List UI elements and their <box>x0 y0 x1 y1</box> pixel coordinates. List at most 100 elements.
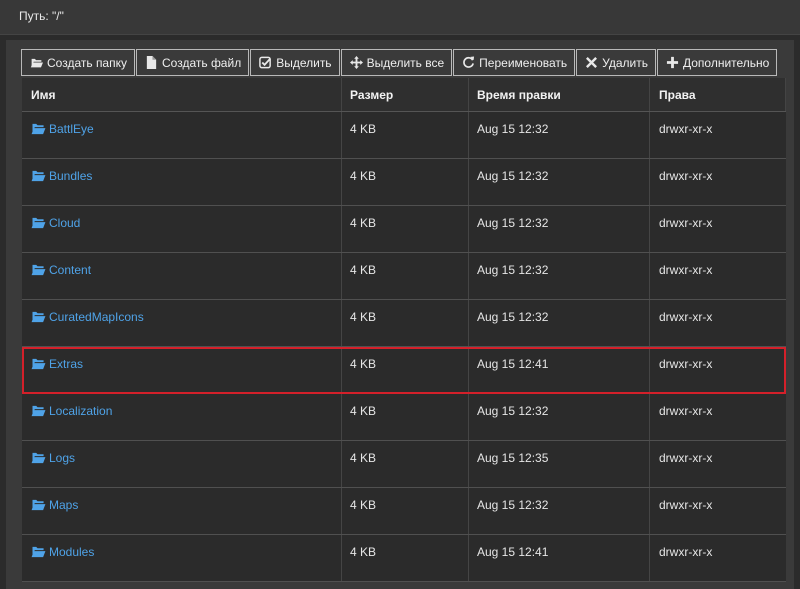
folder-icon <box>31 311 46 323</box>
folder-name: CuratedMapIcons <box>49 310 144 324</box>
folder-link[interactable]: Bundles <box>31 169 92 183</box>
current-path-label: Путь: "/" <box>19 9 64 23</box>
permissions-cell: drwxr-xr-x <box>659 498 713 512</box>
delete-label: Удалить <box>602 55 648 70</box>
permissions-cell: drwxr-xr-x <box>659 310 713 324</box>
size-cell: 4 KB <box>342 159 469 205</box>
permissions-cell: drwxr-xr-x <box>659 169 713 183</box>
permissions-cell: drwxr-xr-x <box>659 404 713 418</box>
table-row[interactable]: BattlEye 4 KB Aug 15 12:32 drwxr-xr-x <box>22 112 786 159</box>
file-table: Имя Размер Время правки Права BattlEye 4 … <box>22 78 786 582</box>
select-all-button[interactable]: Выделить все <box>340 49 453 76</box>
folder-link[interactable]: Extras <box>31 357 83 371</box>
name-cell: Modules <box>22 535 342 581</box>
folder-icon <box>31 170 46 182</box>
folder-name: BattlEye <box>49 122 94 136</box>
name-cell: Localization <box>22 394 342 440</box>
folder-link[interactable]: Cloud <box>31 216 80 230</box>
name-cell: Logs <box>22 441 342 487</box>
permissions-cell: drwxr-xr-x <box>659 451 713 465</box>
table-row[interactable]: Cloud 4 KB Aug 15 12:32 drwxr-xr-x <box>22 206 786 253</box>
table-row[interactable]: Maps 4 KB Aug 15 12:32 drwxr-xr-x <box>22 488 786 535</box>
size-cell: 4 KB <box>342 206 469 252</box>
file-icon <box>145 56 158 69</box>
permissions-cell: drwxr-xr-x <box>659 263 713 277</box>
table-header: Имя Размер Время правки Права <box>22 78 786 112</box>
close-icon <box>585 56 598 69</box>
folder-icon <box>31 452 46 464</box>
table-row[interactable]: Localization 4 KB Aug 15 12:32 drwxr-xr-x <box>22 394 786 441</box>
size-cell: 4 KB <box>342 347 469 393</box>
permissions-cell: drwxr-xr-x <box>659 545 713 559</box>
modified-cell: Aug 15 12:32 <box>469 159 650 205</box>
folder-link[interactable]: BattlEye <box>31 122 94 136</box>
file-manager-panel: Создать папку Создать файл Выделить Выде… <box>6 40 794 589</box>
folder-icon <box>31 123 46 135</box>
select-all-label: Выделить все <box>366 55 445 70</box>
size-cell: 4 KB <box>342 300 469 346</box>
table-row[interactable]: Bundles 4 KB Aug 15 12:32 drwxr-xr-x <box>22 159 786 206</box>
name-cell: Cloud <box>22 206 342 252</box>
name-cell: Maps <box>22 488 342 534</box>
more-label: Дополнительно <box>682 55 770 70</box>
modified-cell: Aug 15 12:32 <box>469 488 650 534</box>
folder-link[interactable]: Maps <box>31 498 78 512</box>
modified-cell: Aug 15 12:32 <box>469 112 650 158</box>
header-modified[interactable]: Время правки <box>469 78 650 111</box>
folder-name: Cloud <box>49 216 81 230</box>
modified-cell: Aug 15 12:32 <box>469 206 650 252</box>
create-folder-label: Создать папку <box>47 55 127 70</box>
folder-name: Content <box>49 263 92 277</box>
rename-label: Переименовать <box>479 55 568 70</box>
header-name[interactable]: Имя <box>22 78 342 111</box>
folder-link[interactable]: Logs <box>31 451 75 465</box>
modified-cell: Aug 15 12:35 <box>469 441 650 487</box>
modified-cell: Aug 15 12:32 <box>469 300 650 346</box>
table-row[interactable]: Modules 4 KB Aug 15 12:41 drwxr-xr-x <box>22 535 786 582</box>
folder-name: Bundles <box>49 169 93 183</box>
folder-icon <box>31 499 46 511</box>
delete-button[interactable]: Удалить <box>576 49 656 76</box>
create-file-button[interactable]: Создать файл <box>136 49 250 76</box>
header-size[interactable]: Размер <box>342 78 469 111</box>
folder-link[interactable]: Localization <box>31 404 112 418</box>
folder-icon <box>31 405 46 417</box>
toolbar: Создать папку Создать файл Выделить Выде… <box>21 49 778 77</box>
table-row[interactable]: Extras 4 KB Aug 15 12:41 drwxr-xr-x <box>22 347 786 394</box>
path-bar: Путь: "/" <box>0 0 800 35</box>
size-cell: 4 KB <box>342 253 469 299</box>
name-cell: Extras <box>22 347 342 393</box>
name-cell: CuratedMapIcons <box>22 300 342 346</box>
folder-name: Localization <box>49 404 113 418</box>
refresh-icon <box>462 56 475 69</box>
table-row[interactable]: Logs 4 KB Aug 15 12:35 drwxr-xr-x <box>22 441 786 488</box>
folder-name: Extras <box>49 357 84 371</box>
select-button[interactable]: Выделить <box>250 49 340 76</box>
name-cell: Content <box>22 253 342 299</box>
folder-link[interactable]: Content <box>31 263 91 277</box>
check-square-icon <box>259 56 272 69</box>
size-cell: 4 KB <box>342 535 469 581</box>
folder-link[interactable]: CuratedMapIcons <box>31 310 144 324</box>
permissions-cell: drwxr-xr-x <box>659 216 713 230</box>
rename-button[interactable]: Переименовать <box>453 49 576 76</box>
modified-cell: Aug 15 12:41 <box>469 535 650 581</box>
folder-icon <box>31 264 46 276</box>
size-cell: 4 KB <box>342 394 469 440</box>
table-row[interactable]: Content 4 KB Aug 15 12:32 drwxr-xr-x <box>22 253 786 300</box>
select-label: Выделить <box>276 55 332 70</box>
folder-open-icon <box>30 56 43 69</box>
table-row[interactable]: CuratedMapIcons 4 KB Aug 15 12:32 drwxr-xr-… <box>22 300 786 347</box>
move-arrows-icon <box>349 56 363 69</box>
header-permissions[interactable]: Права <box>650 78 786 111</box>
modified-cell: Aug 15 12:32 <box>469 253 650 299</box>
permissions-cell: drwxr-xr-x <box>659 122 713 136</box>
size-cell: 4 KB <box>342 441 469 487</box>
plus-icon <box>666 56 679 69</box>
folder-icon <box>31 358 46 370</box>
modified-cell: Aug 15 12:32 <box>469 394 650 440</box>
more-button[interactable]: Дополнительно <box>656 49 778 76</box>
folder-link[interactable]: Modules <box>31 545 94 559</box>
create-folder-button[interactable]: Создать папку <box>21 49 135 76</box>
folder-icon <box>31 546 46 558</box>
